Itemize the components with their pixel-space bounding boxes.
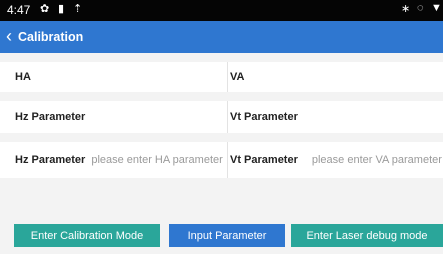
- ha-va-row: HA VA: [0, 62, 443, 92]
- column-divider: [227, 62, 228, 92]
- va-label: VA: [230, 71, 245, 83]
- status-time: 4:47: [7, 3, 31, 17]
- ha-parameter-input[interactable]: please enter HA parameter: [91, 154, 222, 166]
- parameter-input-row: Hz Parameter please enter HA parameter V…: [0, 142, 443, 178]
- enter-laser-debug-mode-button[interactable]: Enter Laser debug mode: [291, 224, 443, 247]
- vt-parameter-input-label: Vt Parameter: [230, 154, 298, 166]
- column-divider: [227, 142, 228, 178]
- hz-parameter-label: Hz Parameter: [15, 111, 86, 123]
- battery-saver-icon: ▮: [58, 3, 65, 15]
- settings-icon: ✿: [40, 3, 50, 15]
- input-parameter-button[interactable]: Input Parameter: [169, 224, 285, 247]
- status-bar: 4:47 ✿ ▮ ⇡ ∗ ◌ ▼: [0, 0, 443, 21]
- location-icon: ◌: [417, 2, 424, 14]
- bluetooth-icon: ∗: [401, 3, 411, 15]
- hz-parameter-input-label: Hz Parameter: [15, 154, 86, 166]
- vt-parameter-field: Vt Parameter please enter VA parameter: [230, 142, 442, 178]
- vt-parameter-label: Vt Parameter: [230, 111, 298, 123]
- hz-parameter-field: Hz Parameter please enter HA parameter: [15, 142, 223, 178]
- page-title: Calibration: [18, 30, 84, 44]
- parameter-row: Hz Parameter Vt Parameter: [0, 101, 443, 133]
- button-row: Enter Calibration Mode Input Parameter E…: [0, 224, 443, 247]
- va-parameter-input[interactable]: please enter VA parameter: [312, 154, 442, 166]
- wifi-icon: ▼: [431, 2, 442, 14]
- enter-calibration-mode-button[interactable]: Enter Calibration Mode: [14, 224, 160, 247]
- ha-label: HA: [15, 71, 31, 83]
- app-bar: ‹ Calibration: [0, 21, 443, 53]
- chevron-left-icon[interactable]: ‹: [6, 26, 12, 46]
- upload-icon: ⇡: [73, 3, 83, 15]
- column-divider: [227, 101, 228, 133]
